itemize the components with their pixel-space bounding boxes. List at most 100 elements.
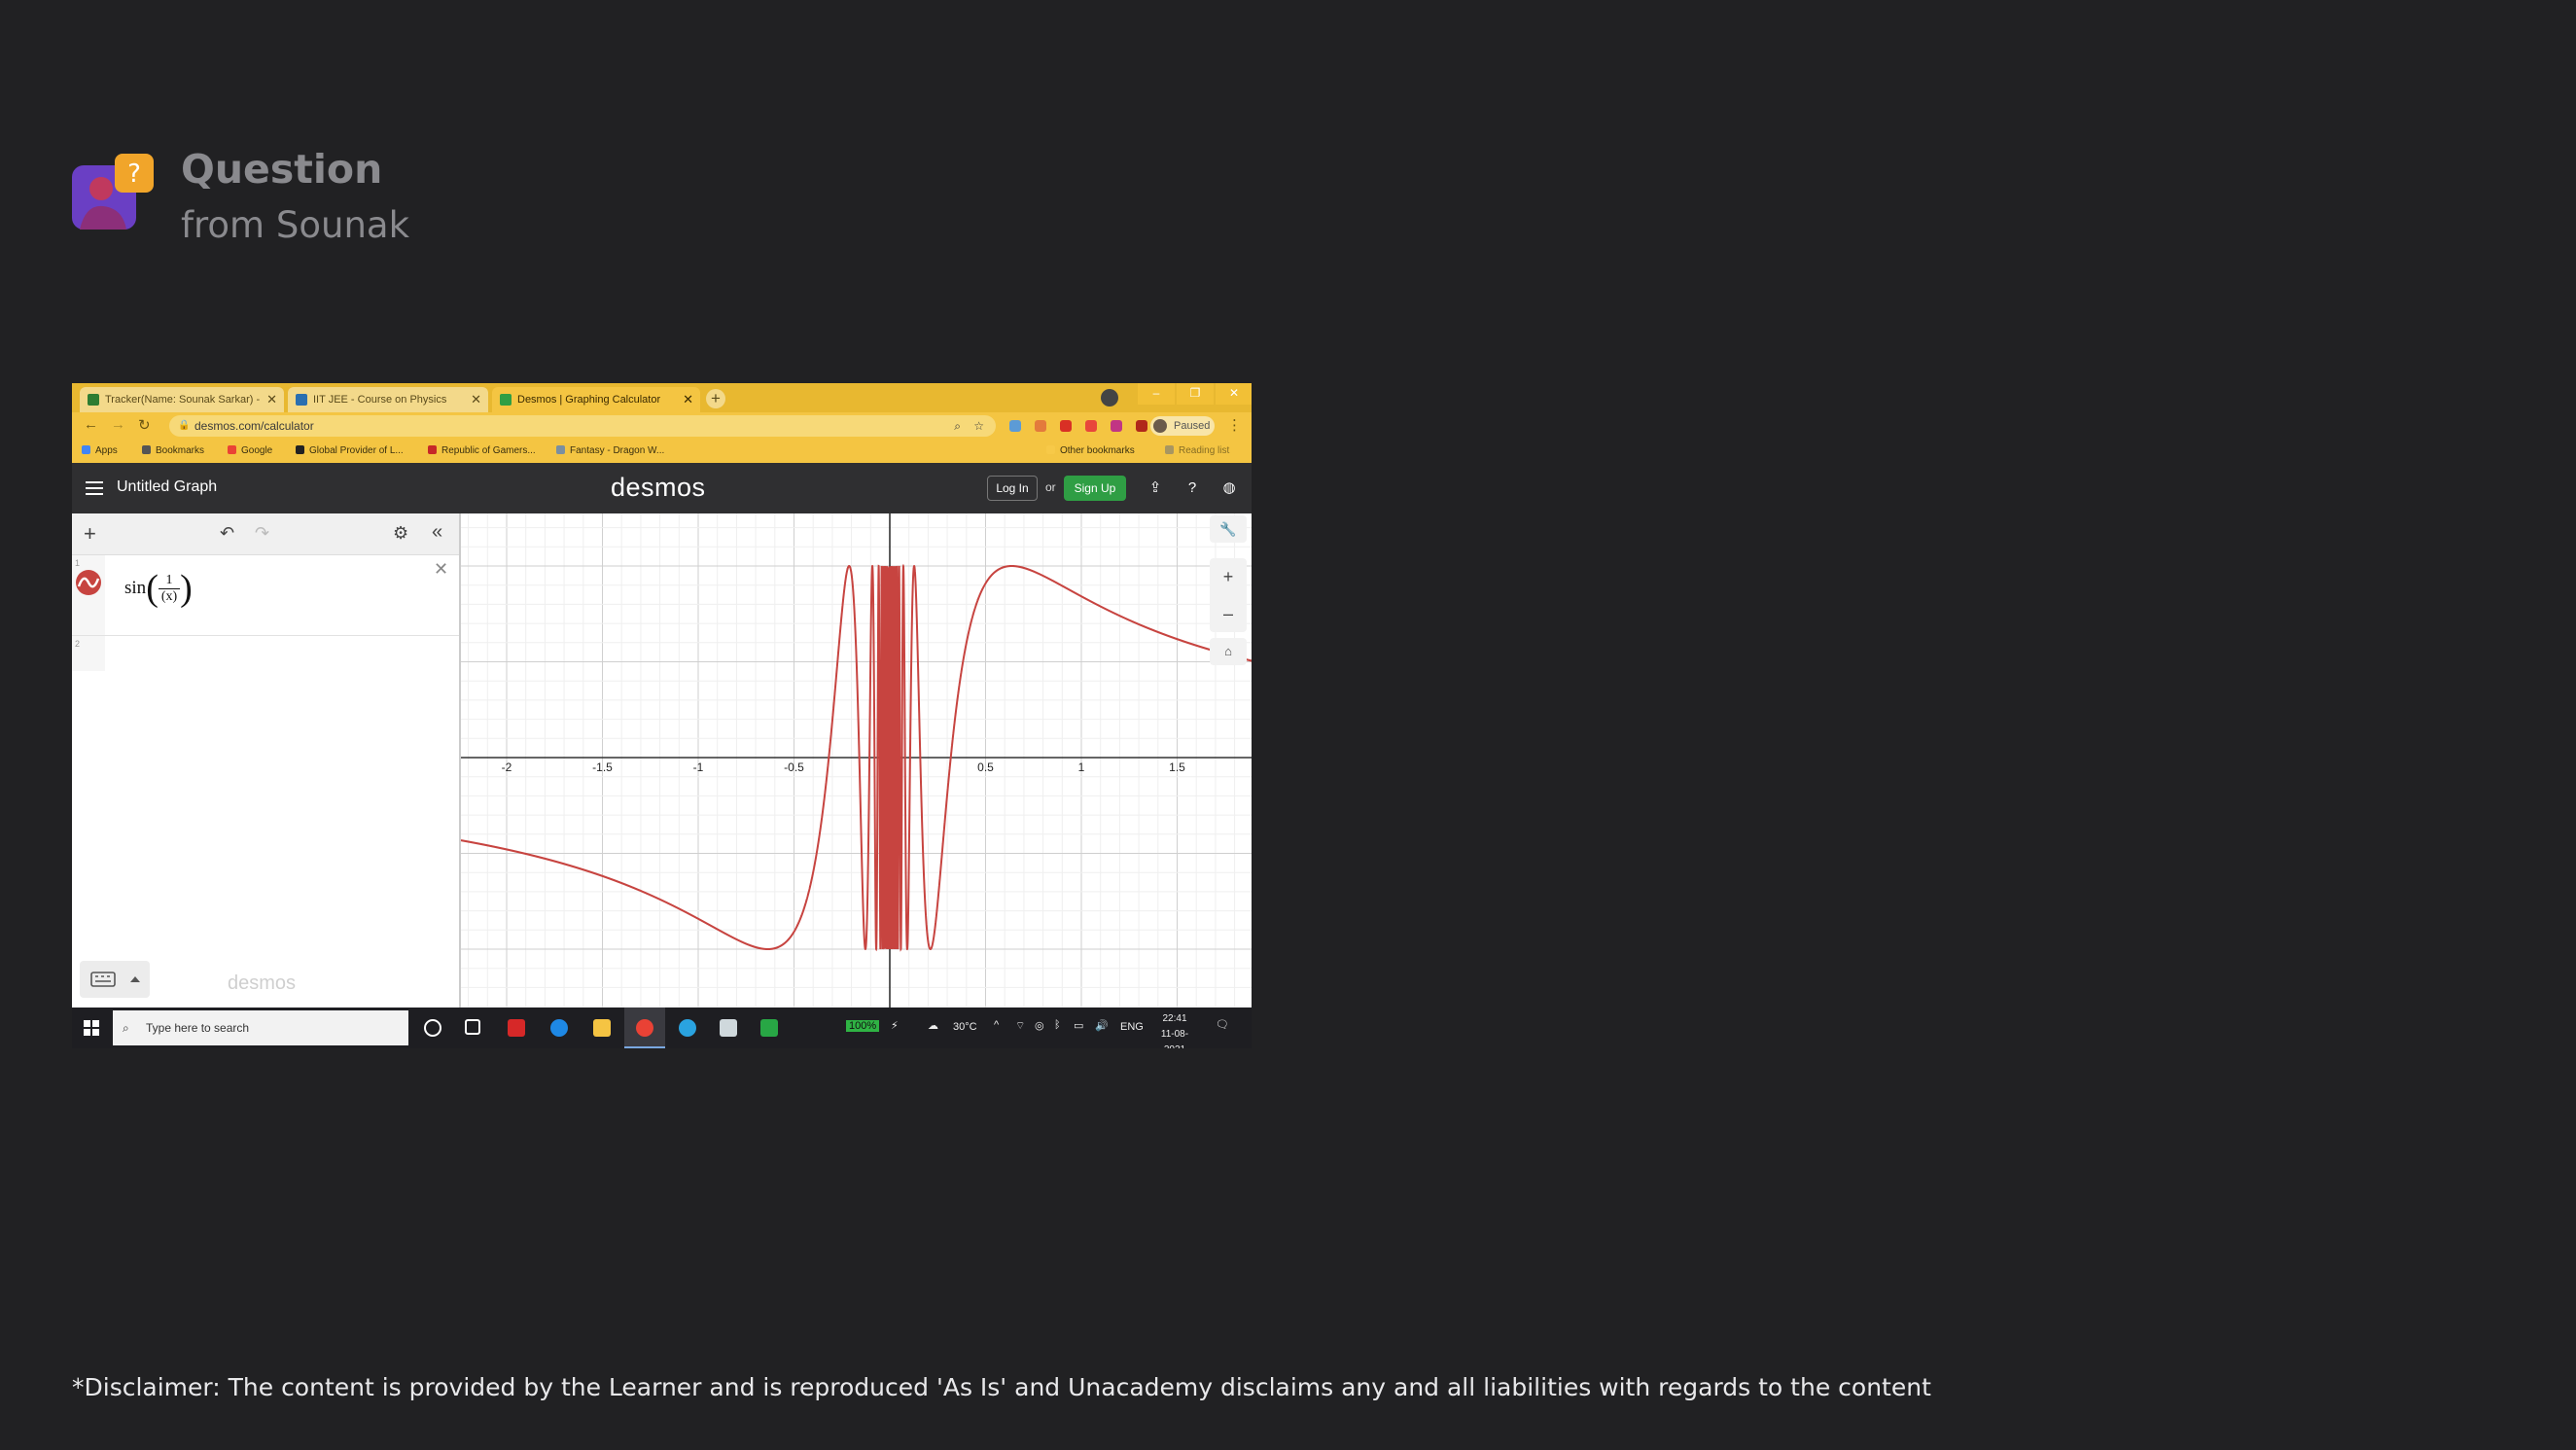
curve-color-icon[interactable] — [75, 569, 102, 596]
settings-gear-icon[interactable]: ⚙ — [393, 523, 408, 544]
collapse-panel-icon[interactable]: « — [432, 521, 442, 544]
redo-icon[interactable]: ↷ — [255, 523, 269, 544]
zoom-out-icon[interactable]: – — [1210, 595, 1247, 632]
menu-icon[interactable] — [86, 481, 103, 495]
close-tab-icon[interactable]: ✕ — [471, 387, 481, 412]
globe-icon[interactable]: ◍ — [1219, 478, 1239, 498]
expression-index: 1 — [72, 555, 105, 635]
x-tick-label: -1 — [693, 760, 704, 774]
or-label: or — [1045, 480, 1056, 494]
zoom-controls: + – — [1210, 558, 1247, 632]
clock[interactable]: 22:41 11-08-2021 — [1151, 1011, 1198, 1048]
bookmark-global[interactable]: Global Provider of L... — [296, 445, 404, 456]
close-tab-icon[interactable]: ✕ — [683, 387, 693, 412]
extension-icon[interactable] — [1085, 420, 1097, 432]
desmos-header: Untitled Graph desmos Log In or Sign Up … — [72, 463, 1252, 513]
close-tab-icon[interactable]: ✕ — [266, 387, 277, 412]
star-icon[interactable]: ☆ — [973, 415, 984, 437]
browser-tab-active[interactable]: Desmos | Graphing Calculator ✕ — [492, 387, 700, 412]
chrome-icon[interactable] — [636, 1019, 653, 1037]
close-window-button[interactable]: ✕ — [1216, 383, 1252, 405]
delete-expression-icon[interactable]: ✕ — [434, 559, 448, 580]
keyboard-icon — [90, 972, 140, 987]
weather-temp[interactable]: 30°C — [953, 1021, 977, 1033]
bookmark-bookmarks[interactable]: Bookmarks — [142, 445, 204, 456]
desmos-watermark: desmos — [228, 973, 297, 994]
extension-icon[interactable] — [1035, 420, 1046, 432]
telegram-icon[interactable] — [679, 1019, 696, 1037]
store-icon[interactable] — [720, 1019, 737, 1037]
x-tick-label: -2 — [502, 760, 512, 774]
keypad-toggle-button[interactable] — [80, 961, 150, 998]
network-icon[interactable]: ◎ — [1035, 1019, 1044, 1032]
empty-expression-row[interactable]: 2 — [72, 636, 105, 671]
browser-tab[interactable]: Tracker(Name: Sounak Sarkar) - ✕ — [80, 387, 284, 412]
reload-icon[interactable]: ↻ — [138, 416, 151, 434]
extension-icon[interactable] — [1136, 420, 1147, 432]
extension-icon[interactable] — [1060, 420, 1072, 432]
notifications-icon[interactable]: 🗨 — [1216, 1018, 1229, 1031]
forward-icon[interactable]: → — [111, 416, 125, 433]
wifi-icon[interactable]: ⌔ — [1015, 1019, 1025, 1033]
battery-badge: 100% — [846, 1020, 880, 1032]
file-explorer-icon[interactable] — [593, 1019, 611, 1037]
bookmark-apps[interactable]: Apps — [82, 445, 118, 456]
signup-button[interactable]: Sign Up — [1064, 476, 1126, 501]
bookmark-fantasy[interactable]: Fantasy - Dragon W... — [556, 445, 664, 456]
graph-settings-wrench-icon[interactable]: 🔧 — [1210, 515, 1247, 543]
battery-icon[interactable]: ▭ — [1074, 1019, 1083, 1032]
x-tick-label: 1 — [1078, 760, 1085, 774]
taskbar-search-input[interactable]: ⌕ Type here to search — [113, 1010, 408, 1045]
edge-icon[interactable] — [550, 1019, 568, 1037]
cortana-icon[interactable] — [424, 1019, 441, 1037]
pycharm-icon[interactable] — [760, 1019, 778, 1037]
expression-panel: + ↶ ↷ ⚙ « 1 sin(1 (x)) ✕ 2 desmos — [72, 513, 461, 1008]
undo-icon[interactable]: ↶ — [220, 523, 234, 544]
extension-icon[interactable] — [1009, 420, 1021, 432]
home-icon[interactable]: ⌂ — [1210, 638, 1247, 665]
search-icon: ⌕ — [123, 1021, 129, 1035]
profile-button[interactable]: Paused — [1150, 416, 1215, 436]
windows-start-icon[interactable] — [84, 1020, 99, 1036]
x-tick-label: 0.5 — [977, 760, 994, 774]
zoom-icon[interactable]: ⌕ — [954, 415, 961, 437]
address-bar: ← → ↻ 🔒 desmos.com/calculator ⌕ ☆ Paused… — [72, 412, 1252, 440]
windows-taskbar: ⌕ Type here to search 100% ⚡ ☁ 30°C ^ ⌔ … — [72, 1008, 1252, 1048]
record-icon[interactable] — [1101, 389, 1118, 407]
question-author: from Sounak — [181, 204, 409, 246]
task-view-icon[interactable] — [465, 1019, 480, 1035]
bluetooth-icon[interactable]: ᛒ — [1054, 1019, 1061, 1031]
bookmark-other[interactable]: Other bookmarks — [1046, 445, 1135, 456]
course-icon — [296, 394, 307, 406]
help-icon[interactable]: ? — [1182, 478, 1202, 498]
new-tab-button[interactable]: + — [706, 389, 725, 408]
expression-toolbar: + ↶ ↷ ⚙ « — [72, 513, 459, 555]
browser-tab[interactable]: IIT JEE - Course on Physics ✕ — [288, 387, 488, 412]
bookmark-google[interactable]: Google — [228, 445, 272, 456]
extension-icon[interactable] — [1111, 420, 1122, 432]
zoom-in-icon[interactable]: + — [1210, 558, 1247, 595]
browser-tab-bar: Tracker(Name: Sounak Sarkar) - ✕ IIT JEE… — [72, 383, 1252, 412]
graph-canvas[interactable]: -2 -1.5 -1 -0.5 0.5 1 1.5 — [461, 513, 1252, 1008]
expression-formula[interactable]: sin(1 (x)) — [124, 567, 193, 610]
url-input[interactable]: 🔒 desmos.com/calculator ⌕ ☆ — [169, 415, 996, 437]
graph-title[interactable]: Untitled Graph — [117, 478, 217, 496]
maximize-button[interactable]: ❐ — [1177, 383, 1214, 405]
back-icon[interactable]: ← — [84, 416, 98, 433]
weather-cloud-icon[interactable]: ☁ — [928, 1019, 938, 1032]
login-button[interactable]: Log In — [987, 476, 1038, 501]
expression-row[interactable]: 1 sin(1 (x)) ✕ — [72, 555, 459, 636]
x-tick-label: -0.5 — [784, 760, 804, 774]
bookmark-reading-list[interactable]: Reading list — [1165, 445, 1229, 456]
minimize-button[interactable]: – — [1138, 383, 1175, 405]
language-indicator[interactable]: ENG — [1120, 1021, 1144, 1033]
tray-expand-icon[interactable]: ^ — [994, 1019, 999, 1031]
menu-kebab-icon[interactable]: ⋮ — [1227, 416, 1242, 434]
mcafee-icon[interactable] — [508, 1019, 525, 1037]
add-item-icon[interactable]: + — [84, 521, 96, 547]
x-tick-label: -1.5 — [592, 760, 613, 774]
share-icon[interactable]: ⇪ — [1146, 478, 1165, 498]
graph-background — [461, 513, 1252, 1008]
bookmark-rog[interactable]: Republic of Gamers... — [428, 445, 536, 456]
volume-icon[interactable]: 🔊 — [1095, 1019, 1109, 1032]
